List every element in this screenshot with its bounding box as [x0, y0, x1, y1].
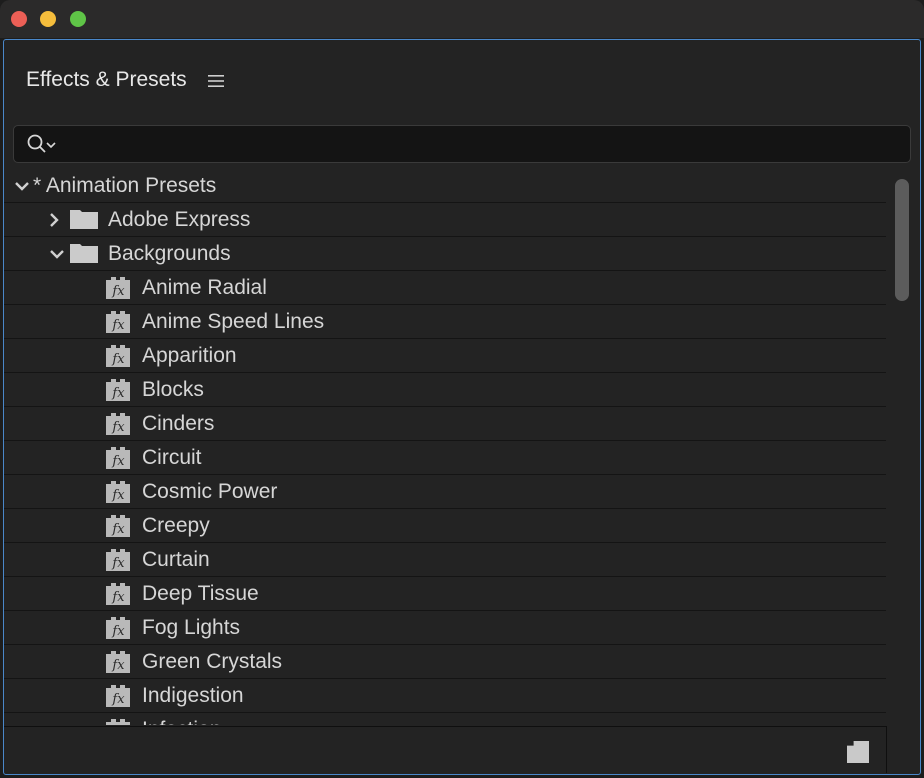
- tree-row-preset[interactable]: fx Anime Radial: [4, 271, 886, 305]
- chevron-right-icon[interactable]: [46, 212, 62, 228]
- search-icon[interactable]: [26, 133, 60, 155]
- tree-row-preset[interactable]: fx Infection: [4, 713, 886, 725]
- effect-preset-icon: fx: [106, 379, 130, 401]
- effect-preset-icon: fx: [106, 583, 130, 605]
- hamburger-menu-icon[interactable]: [208, 74, 224, 88]
- effect-preset-icon: fx: [106, 549, 130, 571]
- app-window: Effects & Presets * Animation Presets Ad…: [0, 0, 924, 778]
- tree-row-label: * Animation Presets: [33, 174, 217, 197]
- title-bar: [0, 0, 924, 38]
- panel-footer: [4, 726, 887, 773]
- chevron-down-icon[interactable]: [14, 178, 30, 194]
- effect-preset-icon: fx: [106, 311, 130, 333]
- svg-text:fx: fx: [111, 488, 125, 503]
- tree-row-folder[interactable]: Backgrounds: [4, 237, 886, 271]
- tree-row-preset[interactable]: fx Fog Lights: [4, 611, 886, 645]
- close-window-button[interactable]: [11, 11, 27, 27]
- tree-row-label: Curtain: [142, 548, 210, 571]
- svg-text:fx: fx: [111, 318, 125, 333]
- effect-preset-icon: fx: [106, 413, 130, 435]
- svg-text:fx: fx: [111, 556, 125, 571]
- preset-list: fx Anime Radial fx Anime Speed Lines fx Appar…: [4, 271, 886, 725]
- svg-text:fx: fx: [111, 522, 125, 537]
- effects-tree: * Animation Presets Adobe Express Backgr…: [4, 169, 886, 725]
- panel-title: Effects & Presets: [26, 68, 187, 91]
- svg-text:fx: fx: [111, 420, 125, 435]
- search-field[interactable]: [13, 125, 911, 163]
- svg-text:fx: fx: [111, 352, 125, 367]
- effect-preset-icon: fx: [106, 651, 130, 673]
- effect-preset-icon: fx: [106, 685, 130, 707]
- tree-row-label: Indigestion: [142, 684, 244, 707]
- tree-row-preset[interactable]: fx Blocks: [4, 373, 886, 407]
- tree-row-label: Cinders: [142, 412, 215, 435]
- chevron-down-icon[interactable]: [49, 246, 65, 262]
- tree-row-preset[interactable]: fx Creepy: [4, 509, 886, 543]
- tree-row-label: Anime Radial: [142, 276, 267, 299]
- effect-preset-icon: fx: [106, 719, 130, 725]
- svg-text:fx: fx: [111, 386, 125, 401]
- tree-row-label: Anime Speed Lines: [142, 310, 325, 333]
- tree-row-preset[interactable]: fx Apparition: [4, 339, 886, 373]
- effect-preset-icon: fx: [106, 277, 130, 299]
- effect-preset-icon: fx: [106, 481, 130, 503]
- svg-text:fx: fx: [111, 624, 125, 639]
- new-item-icon[interactable]: [845, 739, 871, 765]
- panel-header: Effects & Presets: [4, 40, 920, 122]
- maximize-window-button[interactable]: [70, 11, 86, 27]
- tree-row-animation-presets[interactable]: * Animation Presets: [4, 169, 886, 203]
- effect-preset-icon: fx: [106, 447, 130, 469]
- tree-row-label: Blocks: [142, 378, 204, 401]
- svg-text:fx: fx: [111, 454, 125, 469]
- scrollbar[interactable]: [893, 175, 911, 727]
- tree-row-label: Apparition: [142, 344, 237, 367]
- tree-row-preset[interactable]: fx Curtain: [4, 543, 886, 577]
- svg-text:fx: fx: [111, 658, 125, 673]
- tree-row-preset[interactable]: fx Cosmic Power: [4, 475, 886, 509]
- folder-icon: [70, 210, 98, 229]
- scrollbar-thumb[interactable]: [895, 179, 909, 301]
- folder-icon: [70, 244, 98, 263]
- svg-text:fx: fx: [111, 590, 125, 605]
- svg-text:fx: fx: [111, 284, 125, 299]
- tree-row-preset[interactable]: fx Circuit: [4, 441, 886, 475]
- effect-preset-icon: fx: [106, 345, 130, 367]
- effect-preset-icon: fx: [106, 515, 130, 537]
- tree-row-folder[interactable]: Adobe Express: [4, 203, 886, 237]
- tree-row-label: Green Crystals: [142, 650, 283, 673]
- tree-row-preset[interactable]: fx Anime Speed Lines: [4, 305, 886, 339]
- tree-row-label: Cosmic Power: [142, 480, 278, 503]
- tree-row-label: Adobe Express: [108, 208, 251, 231]
- tree-row-preset[interactable]: fx Indigestion: [4, 679, 886, 713]
- search-input[interactable]: [60, 130, 904, 160]
- tree-row-label: Deep Tissue: [142, 582, 259, 605]
- tree-row-label: Infection: [142, 713, 221, 725]
- tree-row-preset[interactable]: fx Deep Tissue: [4, 577, 886, 611]
- effect-preset-icon: fx: [106, 617, 130, 639]
- minimize-window-button[interactable]: [40, 11, 56, 27]
- tree-row-label: Backgrounds: [108, 242, 231, 265]
- tree-row-preset[interactable]: fx Green Crystals: [4, 645, 886, 679]
- tree-row-label: Circuit: [142, 446, 202, 469]
- tree-row-label: Fog Lights: [142, 616, 241, 639]
- svg-text:fx: fx: [111, 692, 125, 707]
- effects-presets-panel: Effects & Presets * Animation Presets Ad…: [3, 39, 921, 775]
- tree-row-label: Creepy: [142, 514, 210, 537]
- tree-row-preset[interactable]: fx Cinders: [4, 407, 886, 441]
